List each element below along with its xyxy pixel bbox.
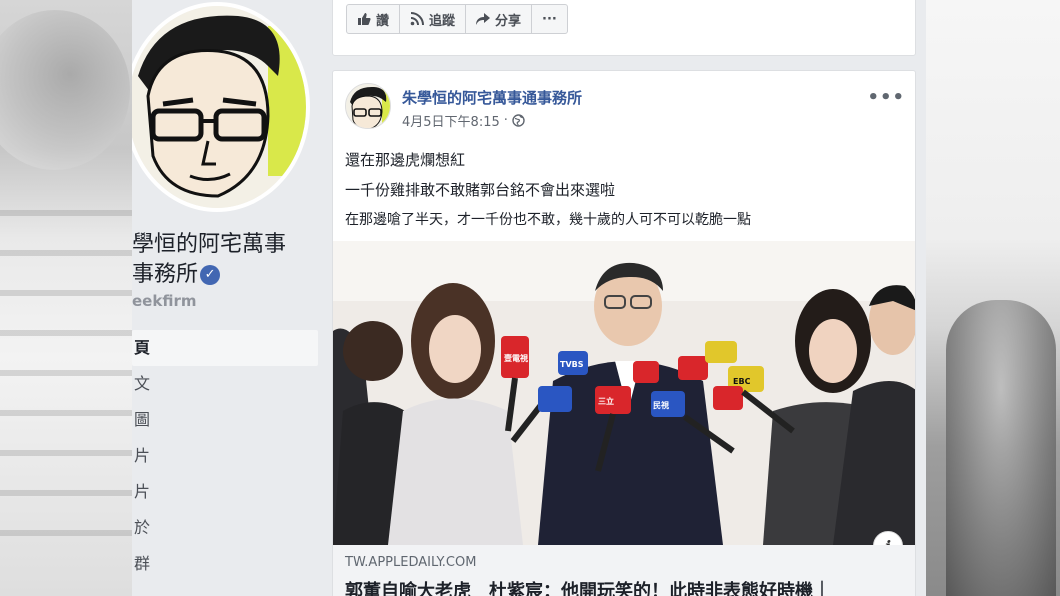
post-timestamp[interactable]: 4月5日下午8:15 [402,111,500,130]
blurred-person [946,300,1056,596]
link-preview[interactable]: TW.APPLEDAILY.COM 郭董自喻大老虎 杜紫宸：他開玩笑的！此時非表… [333,545,915,596]
like-button[interactable]: 讚 [347,5,401,33]
blurred-text [0,210,132,570]
page-handle[interactable]: eekfirm [132,292,196,310]
thumbs-up-icon [358,13,371,25]
follow-button[interactable]: 追蹤 [400,5,467,33]
page-name-line1: 學恒的阿宅萬事 [132,232,287,257]
post-author-name[interactable]: 朱學恒的阿宅萬事通事務所 [402,87,582,108]
cartoon-portrait-image [132,6,306,208]
page-sidebar: 學恒的阿宅萬事 事務所 ✓ eekfirm 頁 文 圖 片 片 於 群 [132,0,328,596]
meta-separator: · [503,113,508,128]
blurred-background-left [0,0,132,596]
more-label: ··· [542,11,557,27]
mic-label-5: 民視 [653,400,669,410]
page-name[interactable]: 學恒的阿宅萬事 事務所 ✓ [132,230,322,290]
post-options-button[interactable]: ••• [867,87,905,108]
mic-label-3: 三立 [598,396,614,406]
blurred-face [0,10,130,170]
post-line-1: 還在那邊虎爛想紅 [345,151,466,169]
rss-follow-icon [410,12,425,26]
globe-icon[interactable] [512,114,525,127]
share-label: 分享 [495,13,522,29]
page-profile-picture[interactable] [132,2,310,212]
nav-item-video-2[interactable]: 片 [132,474,318,510]
verified-badge-icon: ✓ [200,265,221,285]
nav-item-home[interactable]: 頁 [132,330,318,366]
post-author-avatar[interactable] [345,83,391,129]
nav-item-photos[interactable]: 圖 [132,402,318,438]
like-label: 讚 [376,13,390,29]
post-card: 朱學恒的阿宅萬事通事務所 4月5日下午8:15 · ••• 還在那邊虎爛想紅 一… [332,70,916,596]
mic-label-2: TVBS [560,360,584,369]
share-button[interactable]: 分享 [466,5,533,33]
post-message: 還在那邊虎爛想紅 一千份雞排敢不敢賭郭台銘不會出來選啦 在那邊嗆了半天，才一千份… [345,145,905,235]
press-scrum-photo: 壹電視 TVBS 三立 EBC 民視 [333,241,915,545]
nav-item-videos[interactable]: 片 [132,438,318,474]
link-title[interactable]: 郭董自喻大老虎 杜紫宸：他開玩笑的！此時非表態好時機｜ [345,577,831,596]
mic-label-4: EBC [733,377,751,386]
mic-label-1: 壹電視 [504,353,528,363]
post-photo[interactable]: 壹電視 TVBS 三立 EBC 民視 i [333,241,915,545]
nav-item-posts[interactable]: 文 [132,366,318,402]
page-name-line2: 事務所 [132,262,199,287]
more-actions-button[interactable]: ··· [532,5,567,33]
blurred-background-right [926,0,1060,596]
author-avatar-image [346,84,390,128]
follow-label: 追蹤 [429,13,456,29]
page-nav: 頁 文 圖 片 片 於 群 [132,330,318,582]
post-line-2: 一千份雞排敢不敢賭郭台銘不會出來選啦 [345,181,616,199]
previous-post-card: 讚 追蹤 分享 ··· [332,0,916,56]
post-line-3: 在那邊嗆了半天，才一千份也不敢，幾十歲的人可不可以乾脆一點 [345,212,751,228]
nav-item-about[interactable]: 於 [132,510,318,546]
page-action-bar: 讚 追蹤 分享 ··· [346,4,568,34]
post-meta: 4月5日下午8:15 · [402,111,525,130]
share-arrow-icon [476,13,491,25]
link-domain: TW.APPLEDAILY.COM [345,555,477,570]
nav-item-community[interactable]: 群 [132,546,318,582]
facebook-page: 學恒的阿宅萬事 事務所✓ eekfirm 頁 文 圖 片 片 於 群 讚 追蹤 [132,0,926,596]
